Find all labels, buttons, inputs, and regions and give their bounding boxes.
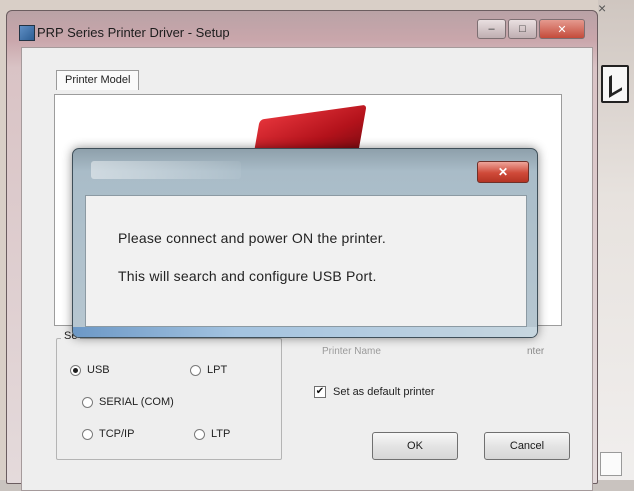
radio-tcpip[interactable]: TCP/IP	[82, 428, 134, 440]
radio-lpt[interactable]: LPT	[190, 364, 227, 376]
radio-ltp-label: LTP	[211, 428, 231, 440]
radio-usb-label: USB	[87, 364, 110, 376]
radio-lpt-label: LPT	[207, 364, 228, 376]
dialog-message-line-2: This will search and configure USB Port.	[118, 268, 377, 284]
radio-dot	[70, 364, 81, 376]
ok-button[interactable]: OK	[372, 432, 458, 460]
window-controls: – □ ✕	[477, 19, 585, 39]
printer-name-label: Printer Name	[322, 346, 381, 357]
partial-label: nter	[527, 346, 545, 357]
minimize-button[interactable]: –	[477, 19, 506, 39]
default-printer-checkbox[interactable]: ✔ Set as default printer	[314, 386, 435, 398]
cancel-button[interactable]: Cancel	[484, 432, 570, 460]
background-close-glyph: ×	[598, 0, 607, 16]
message-dialog: ✕ Please connect and power ON the printe…	[72, 148, 538, 338]
radio-ltp[interactable]: LTP	[194, 428, 230, 440]
desktop-shortcut-icon[interactable]	[601, 65, 629, 103]
radio-dot	[190, 364, 201, 376]
radio-serial-label: SERIAL (COM)	[99, 396, 174, 408]
radio-tcpip-label: TCP/IP	[99, 428, 135, 440]
radio-dot	[194, 428, 205, 440]
dialog-bottom-edge	[73, 327, 537, 337]
tab-printer-model[interactable]: Printer Model	[56, 70, 140, 90]
dialog-message-line-1: Please connect and power ON the printer.	[118, 230, 386, 246]
radio-dot	[82, 428, 93, 440]
default-printer-label: Set as default printer	[333, 386, 435, 398]
radio-dot	[82, 396, 93, 408]
checkbox-box: ✔	[314, 386, 326, 398]
window-title: PRP Series Printer Driver - Setup	[37, 25, 230, 40]
taskbar-item-icon[interactable]	[600, 452, 622, 476]
dialog-body: Please connect and power ON the printer.…	[85, 195, 527, 327]
maximize-button[interactable]: □	[508, 19, 537, 39]
radio-serial[interactable]: SERIAL (COM)	[82, 396, 174, 408]
app-icon	[19, 25, 35, 41]
radio-usb[interactable]: USB	[70, 364, 110, 376]
dialog-close-button[interactable]: ✕	[477, 161, 529, 183]
close-button[interactable]: ✕	[539, 19, 585, 39]
dialog-title-bar	[91, 161, 241, 179]
